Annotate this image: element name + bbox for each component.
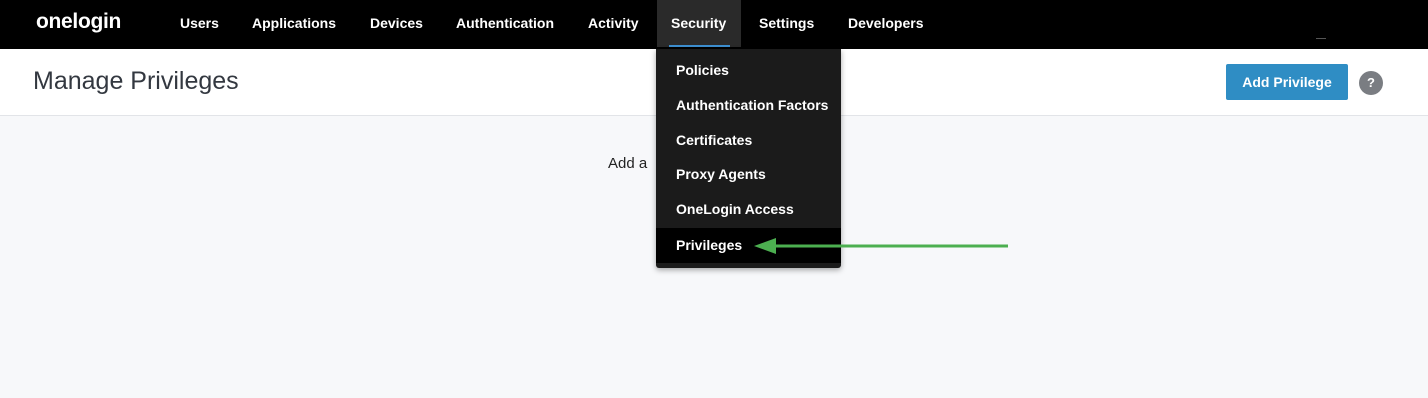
annotation-arrow-icon [754,238,1008,254]
page: onelogin Users Applications Devices Auth… [0,0,1428,398]
